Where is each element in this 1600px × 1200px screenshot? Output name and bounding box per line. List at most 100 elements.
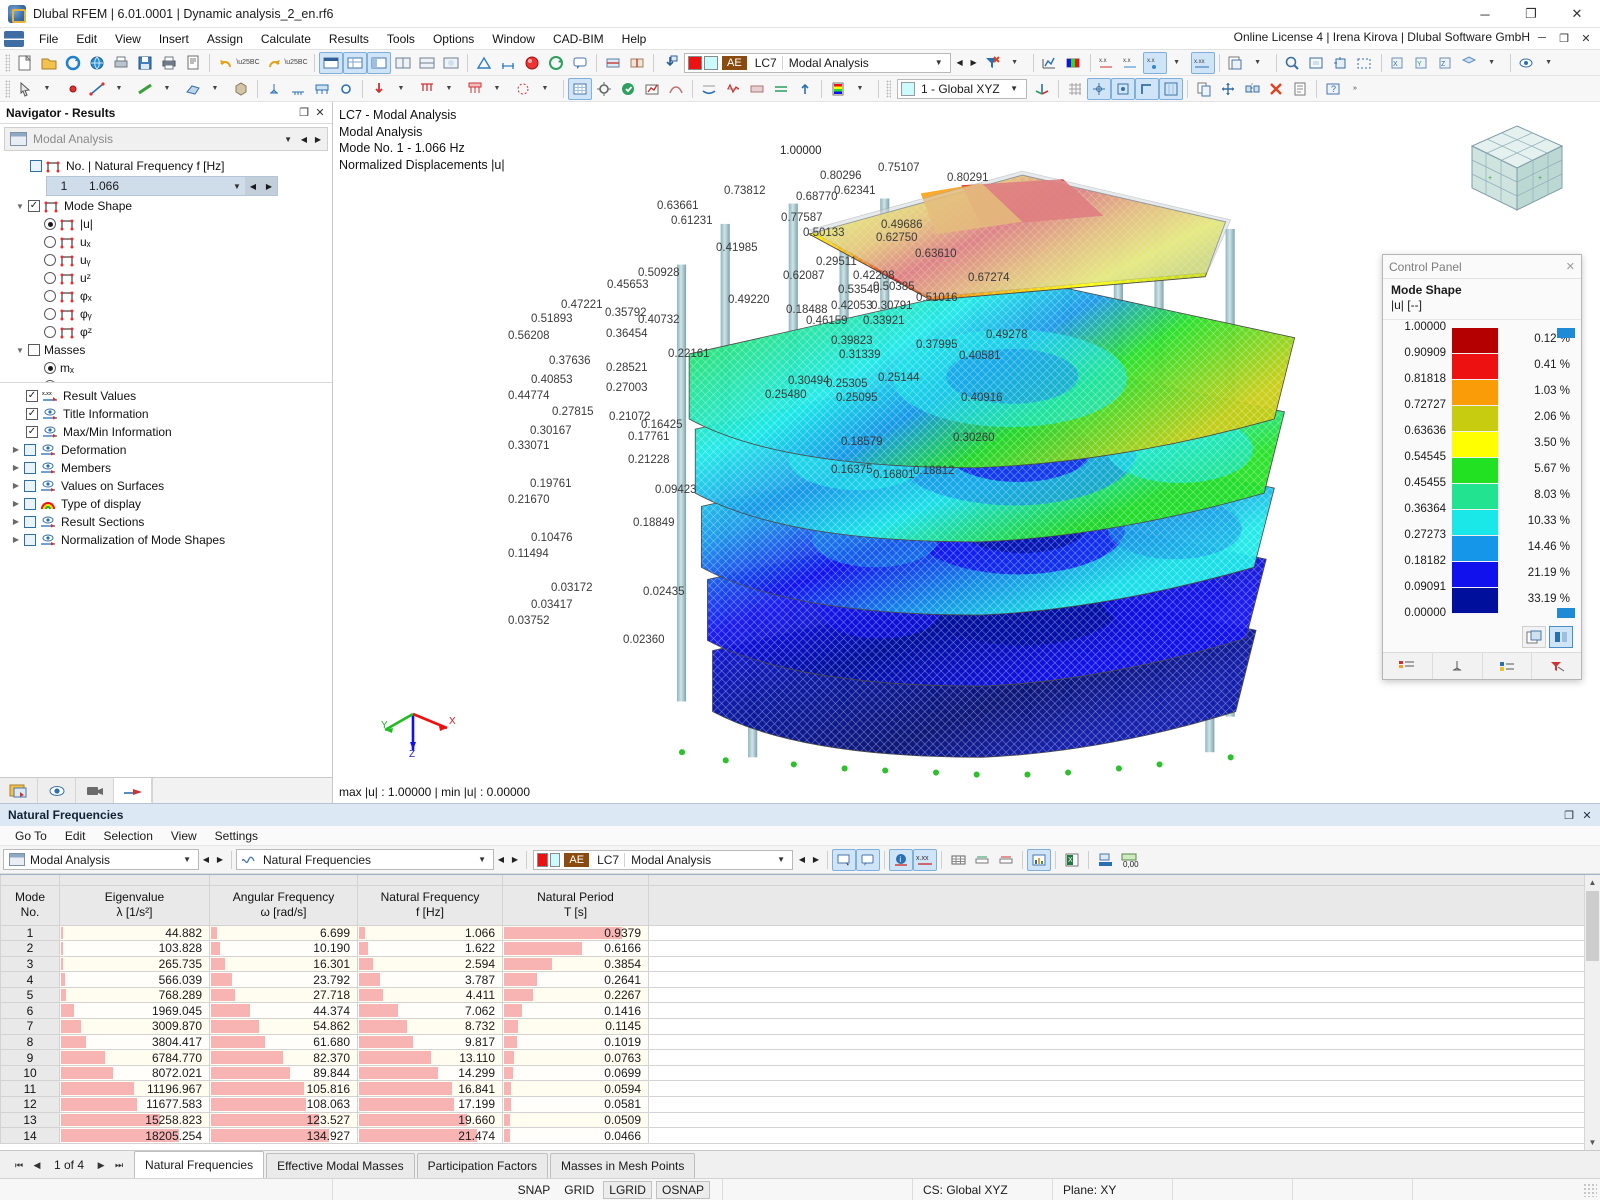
solid-icon[interactable] <box>229 78 253 100</box>
result-sections-checkbox[interactable] <box>24 515 36 528</box>
node-icon[interactable] <box>61 78 85 100</box>
menu-results[interactable]: Results <box>320 30 378 48</box>
cell-value[interactable]: 4.411 <box>357 986 503 1004</box>
table-grid-wrapper[interactable]: Mode No. Eigenvalue λ [1/s²] Angular Frequ… <box>0 874 1600 1150</box>
display-option-result-sections[interactable]: ▶ Result Sections <box>0 513 332 531</box>
result-values-checkbox[interactable] <box>26 389 38 402</box>
panel-tab-color-spectrum[interactable] <box>1383 653 1433 679</box>
redo-icon[interactable] <box>262 52 286 74</box>
cell-value[interactable]: 44.882 <box>59 924 210 942</box>
stiffness-icon[interactable] <box>664 78 688 100</box>
cell-value[interactable]: 11677.583 <box>59 1096 210 1113</box>
view-front-icon[interactable]: X <box>1386 52 1410 74</box>
view-orientation-cube[interactable]: + + <box>1462 118 1572 223</box>
frequency-prev-button[interactable]: ◀ <box>245 177 261 195</box>
table-row[interactable]: 9 6784.770 82.370 13.110 0.0763 <box>0 1049 1600 1066</box>
table-analysis-prev-button[interactable]: ◀ <box>199 851 213 869</box>
decimal-places-icon[interactable]: x.xx <box>913 848 937 871</box>
model-viewport-3d[interactable]: LC7 - Modal Analysis Modal Analysis Mode… <box>333 102 1600 803</box>
cell-value[interactable]: 3804.417 <box>59 1033 210 1051</box>
mode-phix-radio[interactable] <box>44 290 56 302</box>
table-category-chevron-down-icon[interactable]: ▼ <box>473 855 491 864</box>
navigator-close-button[interactable]: ✕ <box>312 105 328 121</box>
menu-insert[interactable]: Insert <box>150 30 198 48</box>
column-header-natural-period[interactable]: Natural Period T [s] <box>502 884 649 926</box>
globe-icon[interactable] <box>85 52 109 74</box>
cell-value[interactable]: 21.474 <box>357 1127 503 1144</box>
cell-value[interactable]: 18205.254 <box>59 1127 210 1144</box>
panel-tab-filter[interactable] <box>1532 653 1581 679</box>
table-load-case-selector[interactable]: AE LC7 Modal Analysis ▼ <box>533 849 793 870</box>
view-side-icon[interactable]: Z <box>1434 52 1458 74</box>
section-icon[interactable] <box>601 52 625 74</box>
visibility-icon[interactable] <box>1515 52 1539 74</box>
status-toggle-lgrid[interactable]: LGRID <box>603 1180 652 1199</box>
control-panel[interactable]: Control Panel ✕ Mode Shape |u| [--] 1.00… <box>1382 254 1582 680</box>
table-row[interactable]: 6 1969.045 44.374 7.062 0.1416 <box>0 1002 1600 1020</box>
table-row[interactable]: 10 8072.021 89.844 14.299 0.0699 <box>0 1064 1600 1082</box>
cell-mode-no[interactable]: 5 <box>0 986 60 1004</box>
dimension-icon[interactable] <box>496 52 520 74</box>
legend-copy-button[interactable] <box>1522 626 1546 648</box>
select-in-model-icon[interactable] <box>832 848 856 871</box>
show-model-icon[interactable] <box>319 51 343 74</box>
menu-cad-bim[interactable]: CAD-BIM <box>544 30 613 48</box>
view-iso-dropdown-icon[interactable]: ▼ <box>1482 52 1506 74</box>
mesh-settings-icon[interactable] <box>592 78 616 100</box>
values-all-icon[interactable]: x.xx <box>1190 51 1215 74</box>
load-nodal-icon[interactable] <box>367 78 391 100</box>
cell-value[interactable]: 23.792 <box>209 971 358 988</box>
cell-value[interactable]: 768.289 <box>59 986 210 1004</box>
legend-slider-top-handle[interactable] <box>1557 328 1575 338</box>
result-surface-icon[interactable] <box>1062 52 1086 74</box>
cell-value[interactable]: 82.370 <box>209 1049 358 1066</box>
layout-5-icon[interactable] <box>439 52 463 74</box>
tree-group-masses[interactable]: ▼ Masses <box>0 341 332 359</box>
normalization-checkbox[interactable] <box>24 533 36 546</box>
printout-add-icon[interactable] <box>1093 849 1117 871</box>
cell-value[interactable]: 89.844 <box>209 1064 358 1082</box>
cell-value[interactable]: 2.594 <box>357 955 503 973</box>
mode-shape-expand-icon[interactable]: ▼ <box>12 202 28 211</box>
show-navigator-icon[interactable] <box>367 51 391 74</box>
maximize-button[interactable]: ❐ <box>1508 0 1554 28</box>
color-scale-dropdown-icon[interactable]: ▼ <box>850 78 874 100</box>
mass-my-radio[interactable] <box>44 380 56 382</box>
display-option-deformation[interactable]: ▶ Deformation <box>0 441 332 459</box>
tree-item-mode-ux[interactable]: uₓ <box>0 233 332 251</box>
scroll-thumb[interactable] <box>1586 891 1599 961</box>
table-pane-float-button[interactable]: ❐ <box>1560 806 1578 824</box>
navigator-chevron-down-icon[interactable]: ▼ <box>279 135 297 144</box>
cell-mode-no[interactable]: 4 <box>0 971 60 988</box>
insert-row-icon[interactable] <box>970 849 994 871</box>
cell-value[interactable]: 9.817 <box>357 1033 503 1051</box>
cell-value[interactable]: 3009.870 <box>59 1018 210 1035</box>
table-load-case-chevron-down-icon[interactable]: ▼ <box>772 855 790 864</box>
toolbar-grip[interactable] <box>5 53 10 72</box>
cell-value[interactable]: 0.1145 <box>502 1018 649 1035</box>
mdi-restore-button[interactable]: ❐ <box>1554 29 1574 47</box>
load-surface-icon[interactable] <box>463 78 487 100</box>
table-row[interactable]: 4 566.039 23.792 3.787 0.2641 <box>0 971 1600 988</box>
table-grid-icon[interactable] <box>946 849 970 871</box>
table-tab-effective-modal-masses[interactable]: Effective Modal Masses <box>266 1153 415 1178</box>
panel-tab-factors[interactable] <box>1433 653 1483 679</box>
help-icon[interactable]: ? <box>1321 78 1345 100</box>
load-nodal-dropdown-icon[interactable]: ▼ <box>391 78 415 100</box>
legend-slider-bottom-handle[interactable] <box>1557 608 1575 618</box>
cell-value[interactable]: 0.9379 <box>502 924 649 942</box>
view-iso-icon[interactable] <box>1458 52 1482 74</box>
tree-item-mass-mx[interactable]: mₓ <box>0 359 332 377</box>
filter-clear-icon[interactable] <box>981 52 1005 74</box>
cell-mode-no[interactable]: 14 <box>0 1127 60 1144</box>
printout-dropdown-icon[interactable]: ▼ <box>1248 52 1272 74</box>
load-line-icon[interactable] <box>415 78 439 100</box>
scroll-down-arrow-icon[interactable]: ▼ <box>1585 1135 1600 1150</box>
toolbar-grip[interactable] <box>5 79 10 98</box>
frequency-chevron-down-icon[interactable]: ▼ <box>229 182 245 191</box>
cell-value[interactable]: 123.527 <box>209 1111 358 1129</box>
tree-item-mode-phix[interactable]: φₓ <box>0 287 332 305</box>
cell-value[interactable]: 0.0699 <box>502 1064 649 1082</box>
menu-help[interactable]: Help <box>613 30 656 48</box>
cell-mode-no[interactable]: 13 <box>0 1111 60 1129</box>
